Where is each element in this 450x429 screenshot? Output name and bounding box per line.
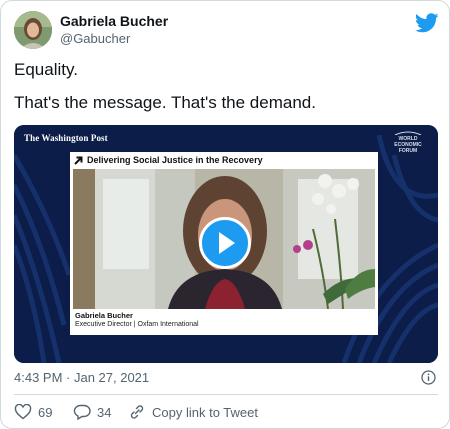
like-action[interactable]: 69 [14, 404, 52, 420]
copy-link-action[interactable]: Copy link to Tweet [128, 404, 258, 420]
tweet-text: Equality. That's the message. That's the… [14, 59, 434, 114]
tweet-spacer [14, 81, 434, 92]
info-icon[interactable] [421, 370, 436, 385]
wef-logo-text: WORLD ECONOMIC FORUM [394, 136, 422, 154]
heart-icon [14, 404, 32, 420]
avatar[interactable] [14, 11, 52, 49]
video-player[interactable]: The Washington Post WORLD ECONOMIC FORUM… [14, 125, 438, 363]
reply-count: 34 [97, 404, 112, 420]
divider [14, 394, 438, 395]
play-icon [219, 232, 235, 254]
tweet-line-1: Equality. [14, 60, 78, 79]
reply-icon [73, 404, 91, 420]
link-icon [130, 405, 144, 419]
wef-arc-icon [394, 131, 422, 135]
author-handle[interactable]: @Gabucher [60, 31, 130, 46]
play-button[interactable] [199, 217, 251, 269]
copy-link-label: Copy link to Tweet [152, 404, 258, 420]
twitter-bird-icon[interactable] [415, 13, 439, 33]
tweet-timestamp[interactable]: 4:43 PM · Jan 27, 2021 [14, 370, 149, 385]
speaker-caption: Gabriela Bucher Executive Director | Oxf… [73, 311, 375, 333]
speaker-name: Gabriela Bucher [75, 311, 133, 320]
reply-action[interactable]: 34 [73, 404, 111, 420]
tweet-line-2: That's the message. That's the demand. [14, 93, 316, 112]
like-count: 69 [38, 404, 53, 420]
speaker-role: Executive Director | Oxfam International [75, 321, 199, 328]
wef-logo: WORLD ECONOMIC FORUM [389, 131, 427, 154]
washington-post-logo: The Washington Post [24, 133, 108, 143]
tweet-card[interactable]: Gabriela Bucher @Gabucher Equality. That… [0, 0, 450, 429]
author-name[interactable]: Gabriela Bucher [60, 13, 168, 29]
segment-title: Delivering Social Justice in the Recover… [87, 155, 263, 165]
